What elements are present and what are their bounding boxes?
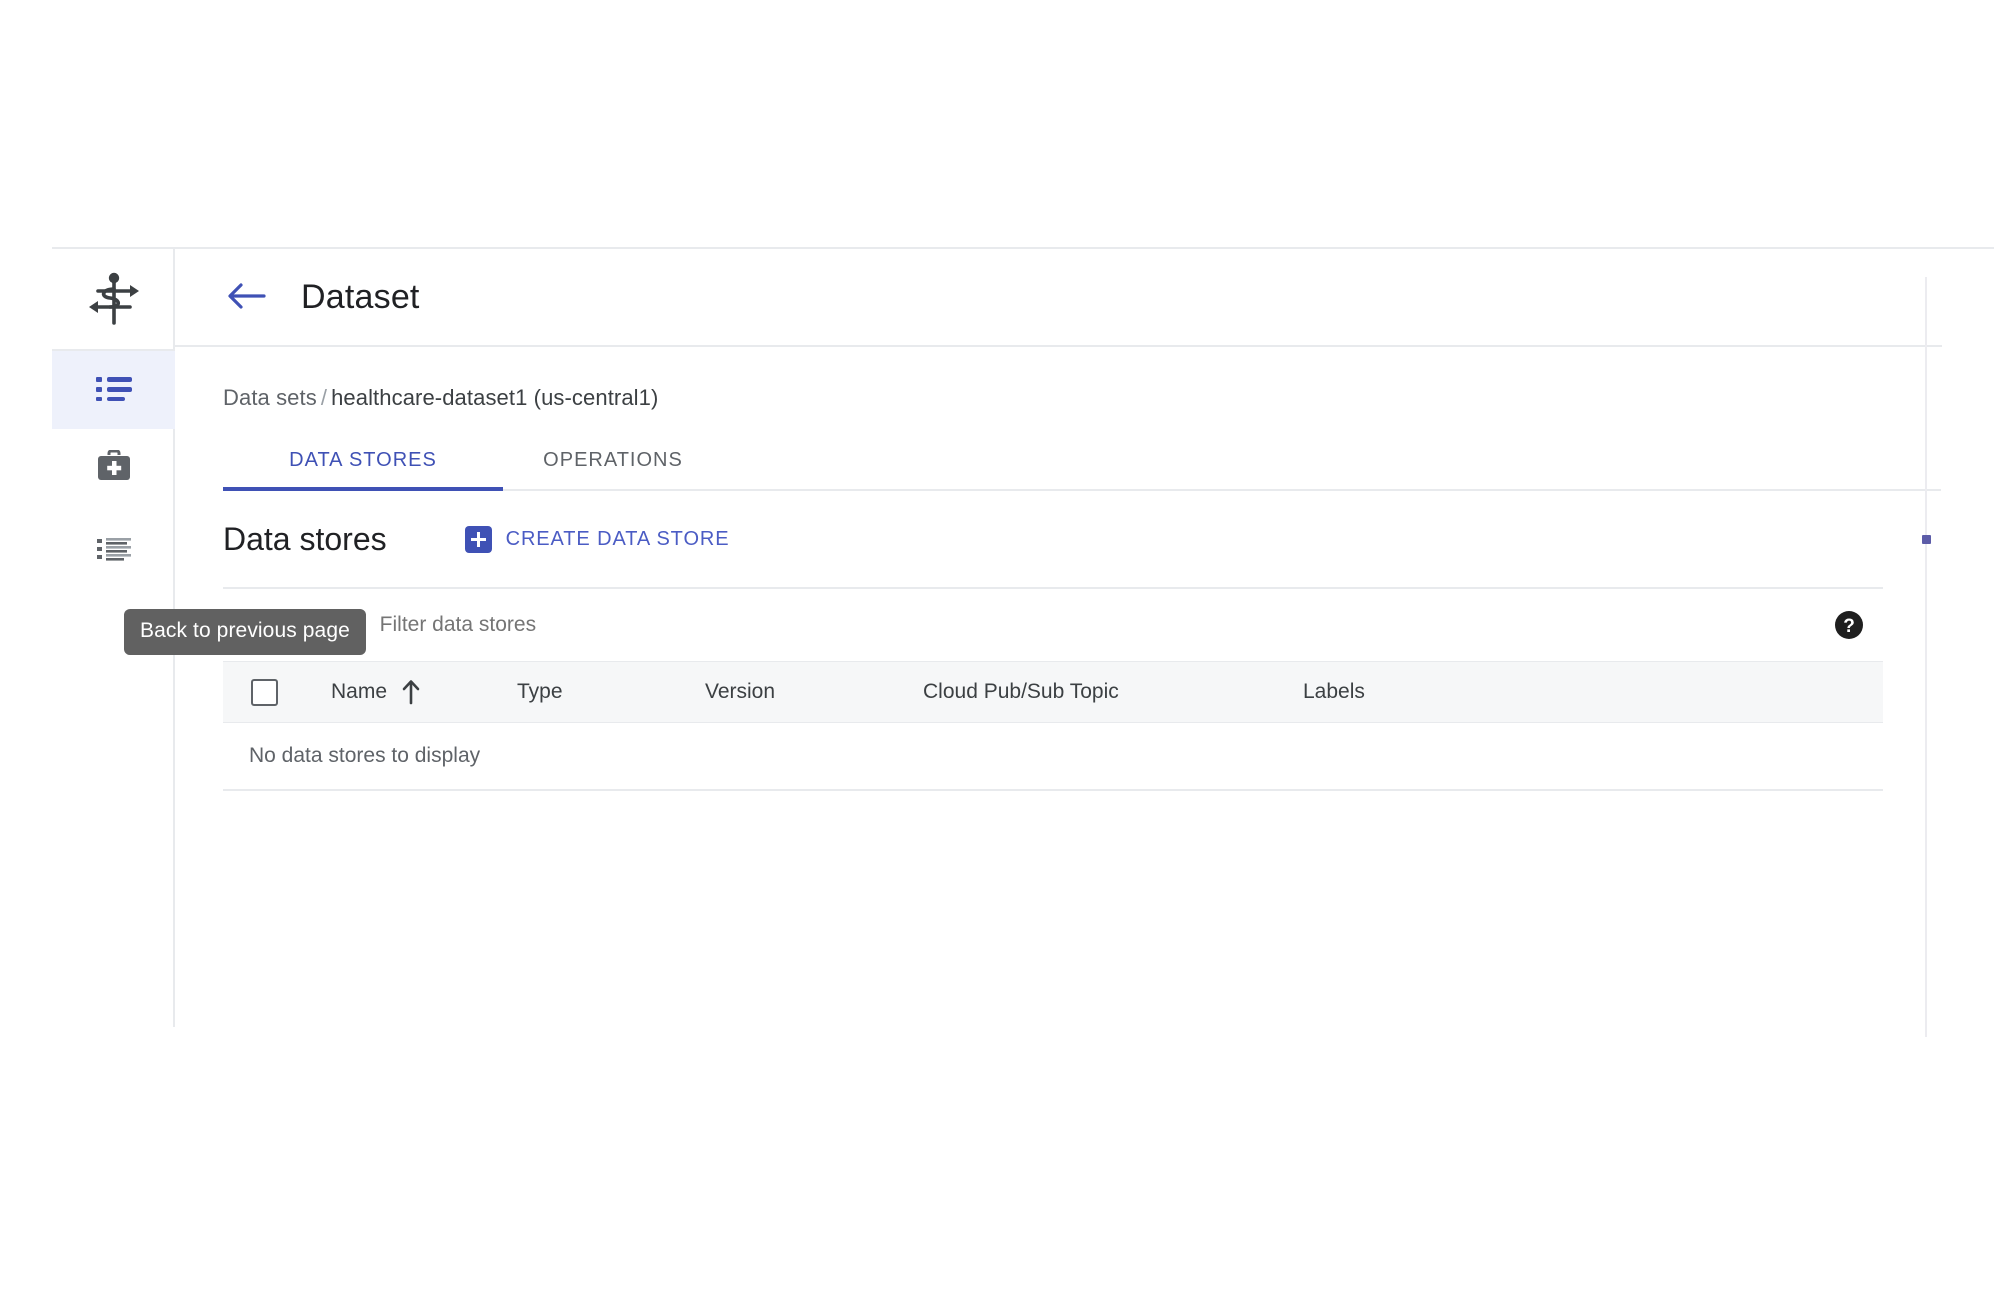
select-all-checkbox[interactable] [250,678,278,706]
plus-box-icon [464,525,492,553]
data-stores-table: Name Type Version Cloud Pub/Sub Topic La… [223,661,1883,791]
create-data-store-button[interactable]: CREATE DATA STORE [464,525,730,553]
back-button[interactable] [223,274,269,320]
filter-input[interactable] [377,612,978,638]
column-header-labels[interactable]: Labels [1303,680,1603,704]
header-right-stub [1925,247,1994,249]
breadcrumb: Data sets / healthcare-dataset1 (us-centra… [223,347,1942,411]
page-header: Dataset [175,249,1942,347]
sidebar-item-dicom-stores[interactable] [52,429,175,507]
sidebar-item-datasets[interactable] [52,351,175,429]
medical-bag-icon [97,449,131,487]
column-header-version[interactable]: Version [705,680,923,704]
list-bulleted-icon [95,374,132,407]
column-header-name-label: Name [331,680,388,703]
right-panel-divider [1925,277,1927,1037]
column-header-name[interactable]: Name [305,679,517,705]
back-button-tooltip: Back to previous page [124,609,366,655]
column-header-pubsub-topic[interactable]: Cloud Pub/Sub Topic [923,680,1303,704]
list-detail-icon [96,537,131,570]
breadcrumb-current: healthcare-dataset1 (us-central1) [331,385,659,410]
sidebar-item-operations-log[interactable] [52,514,175,592]
table-header-row: Name Type Version Cloud Pub/Sub Topic La… [223,661,1883,723]
tab-operations[interactable]: OPERATIONS [503,431,723,489]
page-content: Data sets / healthcare-dataset1 (us-centra… [175,347,1942,1037]
breadcrumb-separator: / [320,385,328,410]
section-header: Data stores CREATE DATA STORE [223,491,1942,587]
caduceus-healthcare-icon [52,249,175,349]
select-all-cell [223,678,305,706]
right-panel-handle[interactable] [1922,535,1931,544]
help-circle-icon[interactable]: ? [1833,609,1865,641]
tab-data-stores[interactable]: DATA STORES [223,431,503,491]
tab-bar: DATA STORES OPERATIONS [223,433,1941,491]
filter-bar: Filter ? [223,587,1883,661]
table-empty-state: No data stores to display [223,723,1883,791]
page-title: Dataset [301,277,420,316]
column-header-type[interactable]: Type [517,680,705,704]
section-title: Data stores [223,520,387,557]
cloud-console-frame: Dataset Data sets / healthcare-dataset1 (u… [52,247,1994,1037]
arrow-left-icon [226,281,266,314]
svg-text:?: ? [1843,616,1855,637]
arrow-up-icon [401,679,421,705]
breadcrumb-root[interactable]: Data sets [223,385,317,410]
create-data-store-label: CREATE DATA STORE [505,527,730,550]
